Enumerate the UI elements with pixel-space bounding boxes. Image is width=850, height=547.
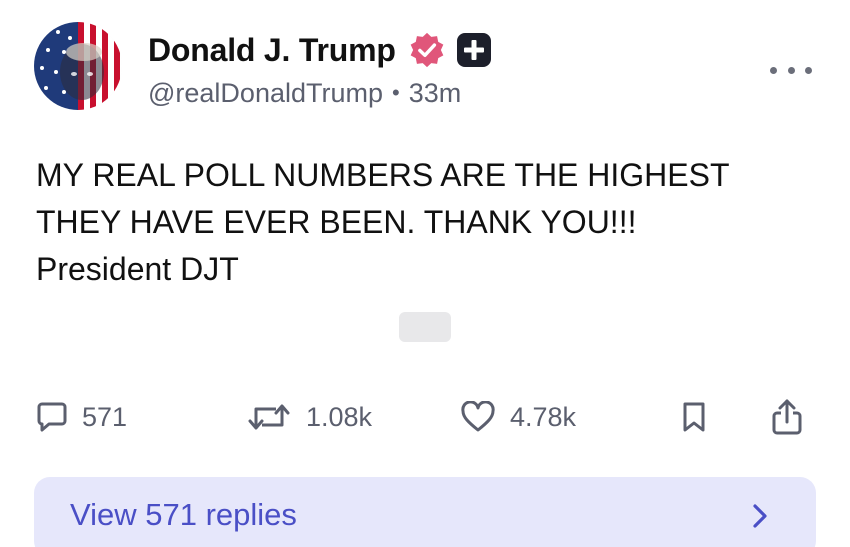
truth-post: Donald J. Trump @realDonaldTrump • 33m M… [0,0,850,547]
post-timestamp[interactable]: 33m [409,78,462,109]
meta-separator: • [392,80,400,105]
post-text-line: THEY HAVE EVER BEEN. THANK YOU!!! [36,204,637,240]
author-handle[interactable]: @realDonaldTrump [148,78,383,109]
more-dot [805,66,812,74]
reply-icon [37,402,67,432]
more-options-button[interactable] [770,58,812,82]
post-body: MY REAL POLL NUMBERS ARE THE HIGHEST THE… [36,152,826,293]
view-replies-label: View 571 replies [70,497,297,532]
reply-button[interactable]: 571 [36,392,127,442]
author-display-name[interactable]: Donald J. Trump [148,32,396,69]
share-button[interactable] [770,392,804,442]
heart-icon [461,401,495,432]
author-meta-row: @realDonaldTrump • 33m [148,76,461,110]
share-icon [772,399,802,435]
avatar[interactable] [34,22,122,110]
like-button[interactable]: 4.78k [460,392,576,442]
retruth-icon [248,404,290,430]
more-dot [770,66,777,74]
post-text-line: MY REAL POLL NUMBERS ARE THE HIGHEST [36,157,730,193]
more-dot [787,66,795,74]
post-text-line: President DJT [36,251,239,287]
verified-badge-icon [408,31,446,69]
retruth-count: 1.08k [306,401,373,432]
retruth-button[interactable]: 1.08k [246,392,372,442]
bookmark-icon [683,402,705,432]
avatar-image [34,22,122,110]
media-placeholder [399,312,451,342]
post-actions-bar: 571 1.08k 4.78k [0,392,850,442]
author-name-row: Donald J. Trump [148,28,492,72]
bookmark-button[interactable] [680,392,708,442]
plus-badge-icon [456,32,492,68]
view-replies-button[interactable]: View 571 replies [34,477,816,547]
like-count: 4.78k [510,401,577,432]
reply-count: 571 [82,401,128,432]
chevron-right-icon [753,504,767,528]
